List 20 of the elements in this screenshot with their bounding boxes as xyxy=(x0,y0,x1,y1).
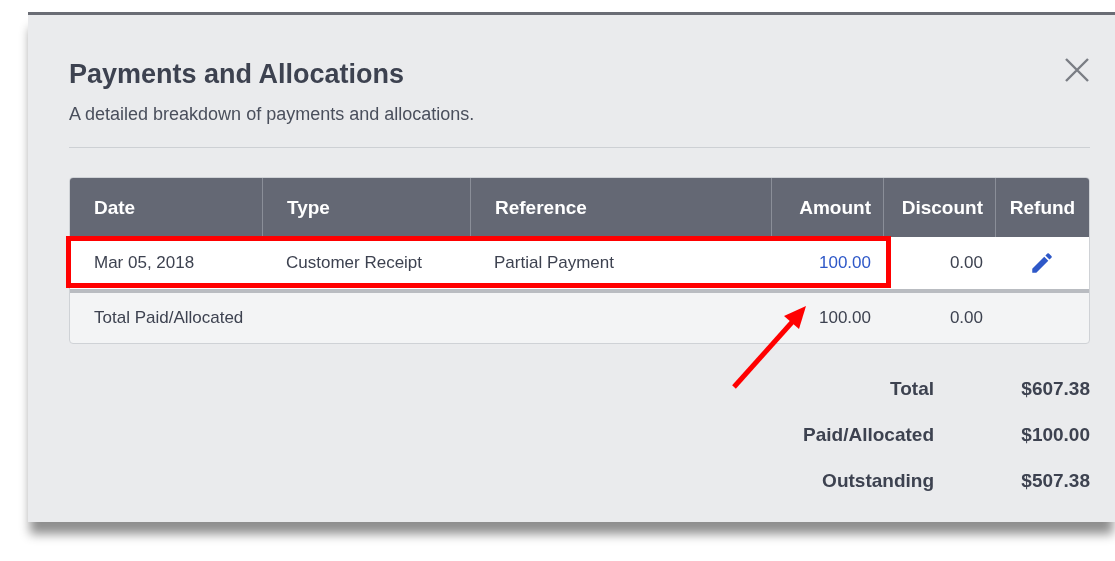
summary-label: Paid/Allocated xyxy=(803,423,934,447)
summary-value: $100.00 xyxy=(1020,423,1090,447)
table-cell: 0.00 xyxy=(883,237,995,289)
column-header: Discount xyxy=(883,178,995,237)
column-header: Reference xyxy=(470,178,771,237)
summary-value: $507.38 xyxy=(1020,469,1090,493)
total-label: Total Paid/Allocated xyxy=(93,307,245,329)
summary-value: $607.38 xyxy=(1020,377,1090,401)
dialog-title: Payments and Allocations xyxy=(69,59,405,90)
dialog-subtitle: A detailed breakdown of payments and allocations. xyxy=(69,104,476,125)
summary-label: Outstanding xyxy=(821,469,934,493)
close-button[interactable] xyxy=(1064,57,1090,83)
table-cell-text: 0.00 xyxy=(948,307,984,329)
column-header: Type xyxy=(262,178,470,237)
column-header: Refund xyxy=(995,178,1089,237)
summary-label: Total xyxy=(889,377,934,401)
edit-pencil-icon[interactable] xyxy=(1029,250,1055,276)
table-cell-text: 100.00 xyxy=(818,307,872,329)
column-header: Amount xyxy=(771,178,883,237)
column-header: Date xyxy=(70,178,262,237)
